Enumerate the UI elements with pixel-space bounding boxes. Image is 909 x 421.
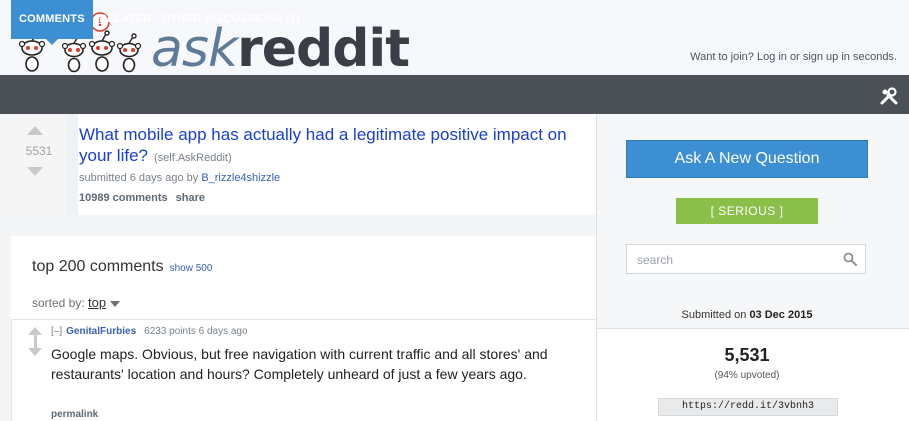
- comment-downvote-icon[interactable]: [28, 348, 42, 356]
- post-accent-bar: [67, 114, 78, 215]
- share-link[interactable]: share: [176, 192, 205, 204]
- downvote-arrow-icon[interactable]: [27, 167, 43, 176]
- sort-dropdown[interactable]: top: [88, 295, 106, 310]
- submitted-prefix: submitted 6 days ago by: [79, 172, 199, 184]
- shortlink-field[interactable]: https://redd.it/3vbnh3: [658, 398, 838, 416]
- score-total: 5,531: [724, 345, 770, 365]
- tab-other-discussions[interactable]: OTHER DISCUSSIONS (1): [162, 0, 300, 39]
- collapse-toggle[interactable]: [–]: [51, 326, 62, 337]
- sort-control: sorted by: top: [32, 295, 121, 310]
- tab-bar: [0, 75, 909, 114]
- show-500-link[interactable]: show 500: [170, 263, 213, 274]
- search-box: [626, 244, 866, 274]
- search-input[interactable]: [635, 251, 839, 269]
- submitted-on-prefix: Submitted on: [681, 309, 747, 321]
- comment-body: Google maps. Obvious, but free navigatio…: [51, 346, 548, 382]
- post-submitted-line: submitted 6 days ago by B_rizzle4shizzle: [79, 172, 280, 184]
- post-actions: 10989 comments share: [79, 192, 213, 204]
- comment-author-link[interactable]: GenitalFurbies: [66, 326, 136, 337]
- comments-title: top 200 comments: [32, 258, 164, 275]
- comments-header: top 200 comments show 500: [32, 258, 212, 276]
- comments-link[interactable]: 10989 comments: [79, 192, 168, 204]
- upvote-percentage: (94% upvoted): [714, 370, 780, 381]
- serious-button[interactable]: [ SERIOUS ]: [676, 198, 818, 224]
- comment-divider: [11, 319, 596, 320]
- permalink-link[interactable]: permalink: [51, 409, 98, 420]
- post-author-link[interactable]: B_rizzle4shizzle: [201, 172, 280, 184]
- ask-new-question-button[interactable]: Ask A New Question: [626, 140, 868, 178]
- upvote-arrow-icon[interactable]: [27, 126, 43, 135]
- join-prompt[interactable]: Want to join? Log in or sign up in secon…: [690, 51, 897, 63]
- tab-comments[interactable]: COMMENTS: [11, 0, 93, 45]
- post-title[interactable]: What mobile app has actually had a legit…: [79, 124, 589, 169]
- search-icon[interactable]: [843, 252, 857, 266]
- tools-icon[interactable]: [879, 86, 899, 106]
- chevron-down-icon[interactable]: [110, 300, 121, 307]
- tab-related[interactable]: RELATED: [99, 0, 152, 39]
- comment-vote-stem: [34, 334, 37, 348]
- post-score: 5531: [25, 144, 53, 158]
- submitted-on: Submitted on 03 Dec 2015: [597, 309, 897, 321]
- post-title-text[interactable]: What mobile app has actually had a legit…: [79, 125, 567, 165]
- submitted-on-date: 03 Dec 2015: [749, 309, 813, 321]
- sorted-label: sorted by:: [32, 296, 85, 310]
- post-domain[interactable]: (self.AskReddit): [154, 152, 232, 164]
- comment-meta: [–] GenitalFurbies 6233 points 6 days ago: [51, 326, 248, 337]
- comment-thread-line: [11, 320, 12, 421]
- comment-points: 6233 points 6 days ago: [144, 326, 248, 337]
